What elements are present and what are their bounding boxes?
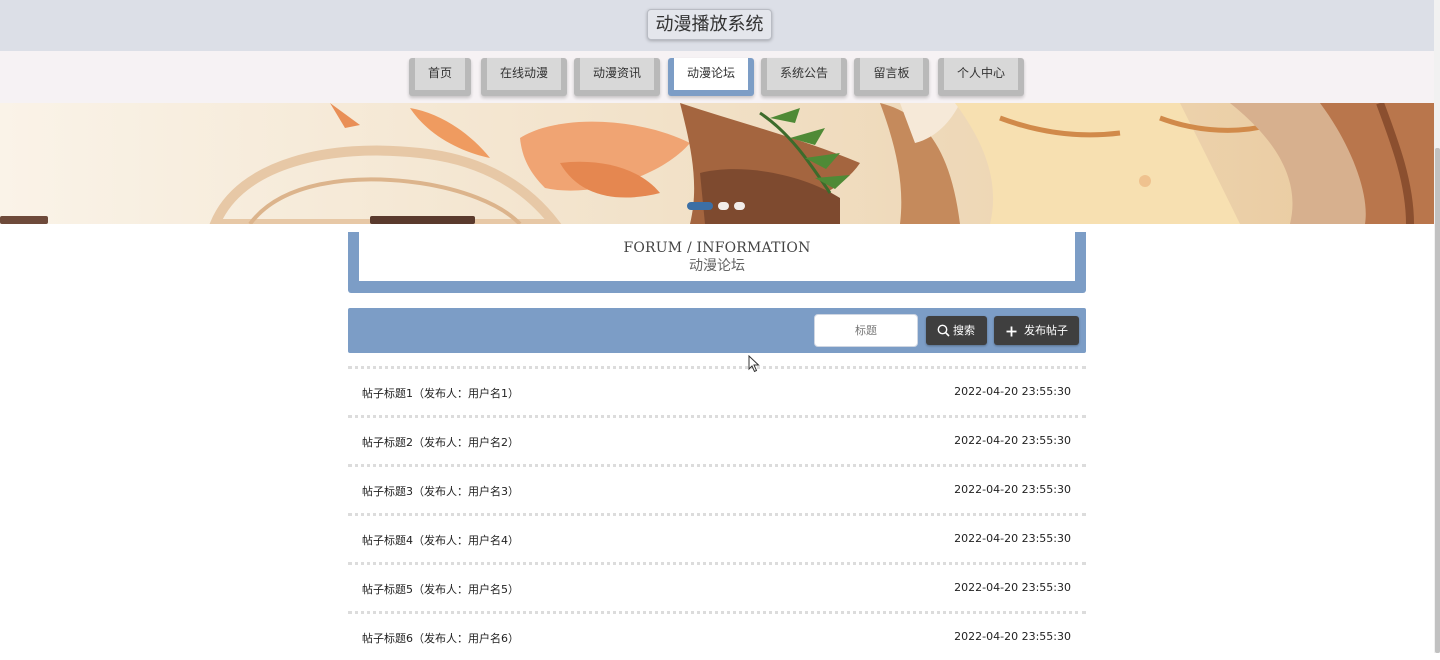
post-title[interactable]: 帖子标题6（发布人：用户名6） (362, 630, 519, 646)
carousel-dot-active[interactable] (687, 202, 713, 210)
nav-item-label: 留言板 (860, 58, 923, 90)
section-title-en: FORUM / INFORMATION (623, 240, 811, 256)
carousel-indicators (683, 199, 747, 213)
carousel-dot[interactable] (718, 202, 729, 210)
post-time: 2022-04-20 23:55:30 (954, 434, 1071, 447)
scrollbar-thumb[interactable] (1435, 148, 1440, 653)
post-title[interactable]: 帖子标题4（发布人：用户名4） (362, 532, 519, 548)
nav-item-label: 动漫论坛 (674, 58, 748, 90)
post-row[interactable]: 帖子标题4（发布人：用户名4） 2022-04-20 23:55:30 (348, 513, 1086, 562)
top-header: 动漫播放系统 (0, 0, 1436, 51)
section-title-cn: 动漫论坛 (689, 258, 745, 274)
post-list: 帖子标题1（发布人：用户名1） 2022-04-20 23:55:30 帖子标题… (348, 366, 1086, 660)
post-time: 2022-04-20 23:55:30 (954, 532, 1071, 545)
post-time: 2022-04-20 23:55:30 (954, 385, 1071, 398)
section-heading-panel: FORUM / INFORMATION 动漫论坛 (359, 232, 1075, 281)
post-row[interactable]: 帖子标题5（发布人：用户名5） 2022-04-20 23:55:30 (348, 562, 1086, 611)
carousel-dot[interactable] (734, 202, 745, 210)
nav-item-online-anime[interactable]: 在线动漫 (481, 58, 567, 96)
search-input[interactable] (814, 314, 918, 347)
nav-item-anime-forum[interactable]: 动漫论坛 (668, 58, 754, 96)
post-time: 2022-04-20 23:55:30 (954, 581, 1071, 594)
nav-item-announcements[interactable]: 系统公告 (761, 58, 847, 96)
publish-post-label: 发布帖子 (1024, 324, 1068, 337)
mouse-cursor-icon (748, 355, 760, 373)
nav-item-label: 首页 (415, 58, 465, 90)
post-time: 2022-04-20 23:55:30 (954, 630, 1071, 643)
main-nav: 首页 在线动漫 动漫资讯 动漫论坛 系统公告 留言板 个人中心 (0, 51, 1436, 103)
search-button-label: 搜索 (953, 324, 975, 337)
post-title[interactable]: 帖子标题3（发布人：用户名3） (362, 483, 519, 499)
publish-post-button[interactable]: 发布帖子 (994, 316, 1079, 345)
nav-item-label: 在线动漫 (487, 58, 561, 90)
search-button[interactable]: 搜索 (926, 316, 987, 345)
post-row[interactable]: 帖子标题1（发布人：用户名1） 2022-04-20 23:55:30 (348, 366, 1086, 415)
post-row[interactable]: 帖子标题2（发布人：用户名2） 2022-04-20 23:55:30 (348, 415, 1086, 464)
section-heading: FORUM / INFORMATION 动漫论坛 (348, 232, 1086, 293)
post-time: 2022-04-20 23:55:30 (954, 483, 1071, 496)
site-title[interactable]: 动漫播放系统 (647, 9, 772, 40)
nav-item-label: 个人中心 (944, 58, 1018, 90)
search-bar: 搜索 发布帖子 (348, 308, 1086, 353)
post-title[interactable]: 帖子标题1（发布人：用户名1） (362, 385, 519, 401)
nav-item-personal-center[interactable]: 个人中心 (938, 58, 1024, 96)
nav-item-label: 系统公告 (767, 58, 841, 90)
post-row[interactable]: 帖子标题3（发布人：用户名3） 2022-04-20 23:55:30 (348, 464, 1086, 513)
nav-item-anime-news[interactable]: 动漫资讯 (574, 58, 660, 96)
magnifier-icon (937, 324, 950, 337)
nav-item-label: 动漫资讯 (580, 58, 654, 90)
post-title[interactable]: 帖子标题5（发布人：用户名5） (362, 581, 519, 597)
nav-item-message-board[interactable]: 留言板 (854, 58, 929, 96)
nav-item-home[interactable]: 首页 (409, 58, 471, 96)
plus-icon (1006, 326, 1017, 337)
post-title[interactable]: 帖子标题2（发布人：用户名2） (362, 434, 519, 450)
